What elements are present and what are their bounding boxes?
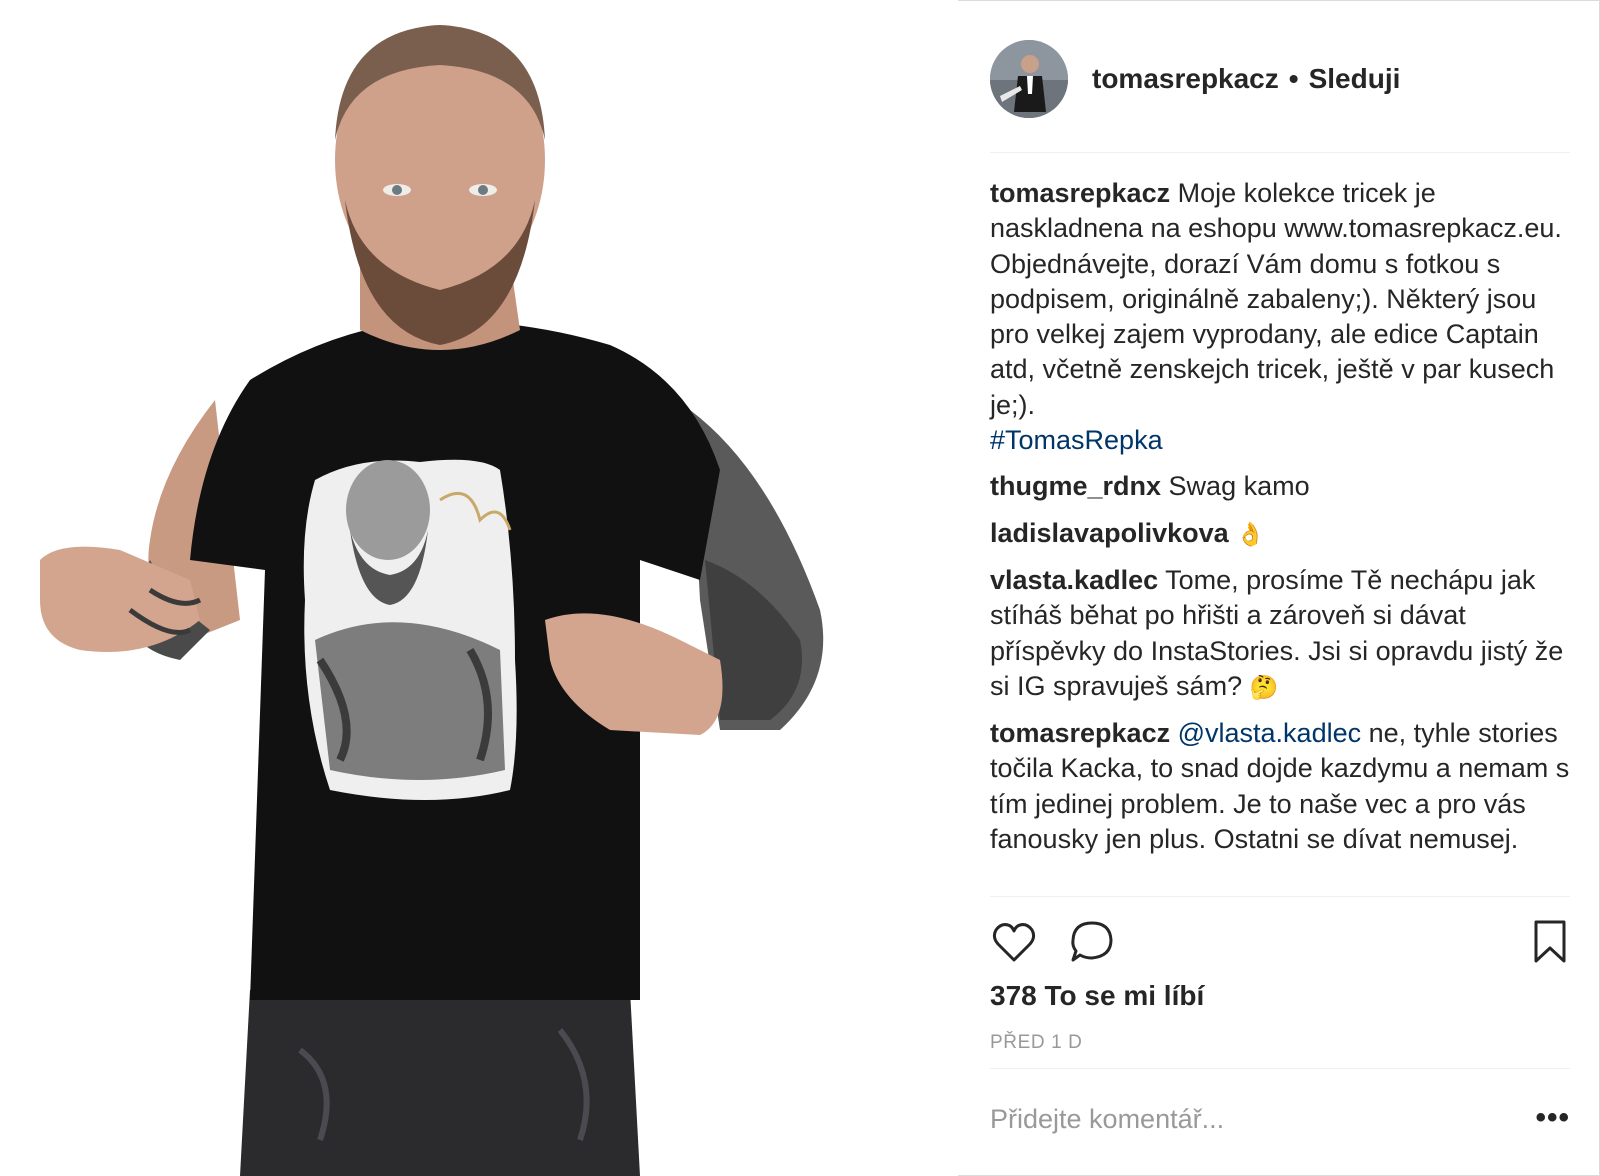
comment-username[interactable]: ladislavapolivkova bbox=[990, 518, 1229, 548]
more-options-button[interactable]: ••• bbox=[1535, 1103, 1570, 1133]
speech-bubble-icon bbox=[1071, 921, 1113, 962]
save-button[interactable] bbox=[1530, 918, 1570, 966]
comment-text: Swag kamo bbox=[1168, 471, 1310, 502]
comment-input[interactable]: Přidejte komentář... bbox=[990, 1104, 1224, 1135]
action-bar bbox=[990, 918, 1570, 966]
follow-button[interactable]: Sleduji bbox=[1309, 63, 1401, 95]
header-username[interactable]: tomasrepkacz bbox=[1092, 63, 1279, 95]
list-item: vlasta.kadlec Tome, prosíme Tě nechápu j… bbox=[990, 563, 1570, 705]
like-button[interactable] bbox=[990, 918, 1038, 966]
comment-text: Moje kolekce tricek je naskladnena na es… bbox=[990, 178, 1562, 420]
bookmark-icon bbox=[1534, 920, 1566, 963]
header-divider bbox=[990, 152, 1570, 153]
caption: tomasrepkacz Moje kolekce tricek je nask… bbox=[990, 176, 1570, 458]
comment-button[interactable] bbox=[1068, 918, 1116, 966]
comment-username[interactable]: thugme_rdnx bbox=[990, 471, 1161, 501]
post-timestamp[interactable]: PŘED 1 D bbox=[990, 1032, 1082, 1054]
post-header: tomasrepkacz • Sleduji bbox=[990, 40, 1400, 118]
list-item: tomasrepkacz @vlasta.kadlec ne, tyhle st… bbox=[990, 716, 1570, 857]
comment-input-divider bbox=[990, 1068, 1570, 1069]
heart-icon bbox=[992, 923, 1036, 962]
list-item: ladislavapolivkova 👌 bbox=[990, 516, 1570, 552]
avatar-image bbox=[990, 40, 1068, 118]
post-side-panel: tomasrepkacz • Sleduji tomasrepkacz Moje… bbox=[958, 0, 1600, 1176]
comment-username[interactable]: tomasrepkacz bbox=[990, 718, 1170, 748]
list-item: thugme_rdnx Swag kamo bbox=[990, 469, 1570, 504]
header-text: tomasrepkacz • Sleduji bbox=[1092, 63, 1400, 95]
comment-username[interactable]: tomasrepkacz bbox=[990, 178, 1170, 208]
ok-hand-emoji: 👌 bbox=[1236, 520, 1265, 547]
mention-link[interactable]: @vlasta.kadlec bbox=[1178, 718, 1362, 748]
comment-username[interactable]: vlasta.kadlec bbox=[990, 565, 1158, 595]
header-separator: • bbox=[1288, 63, 1299, 94]
comments-list: tomasrepkacz Moje kolekce tricek je nask… bbox=[990, 176, 1570, 868]
actions-divider bbox=[990, 896, 1570, 897]
post-photo[interactable] bbox=[0, 0, 958, 1176]
thinking-emoji: 🤔 bbox=[1249, 673, 1279, 700]
hashtag-link[interactable]: #TomasRepka bbox=[990, 425, 1163, 455]
post-photo-image bbox=[40, 25, 824, 1176]
likes-count[interactable]: 378 To se mi líbí bbox=[990, 980, 1204, 1012]
avatar[interactable] bbox=[990, 40, 1068, 118]
